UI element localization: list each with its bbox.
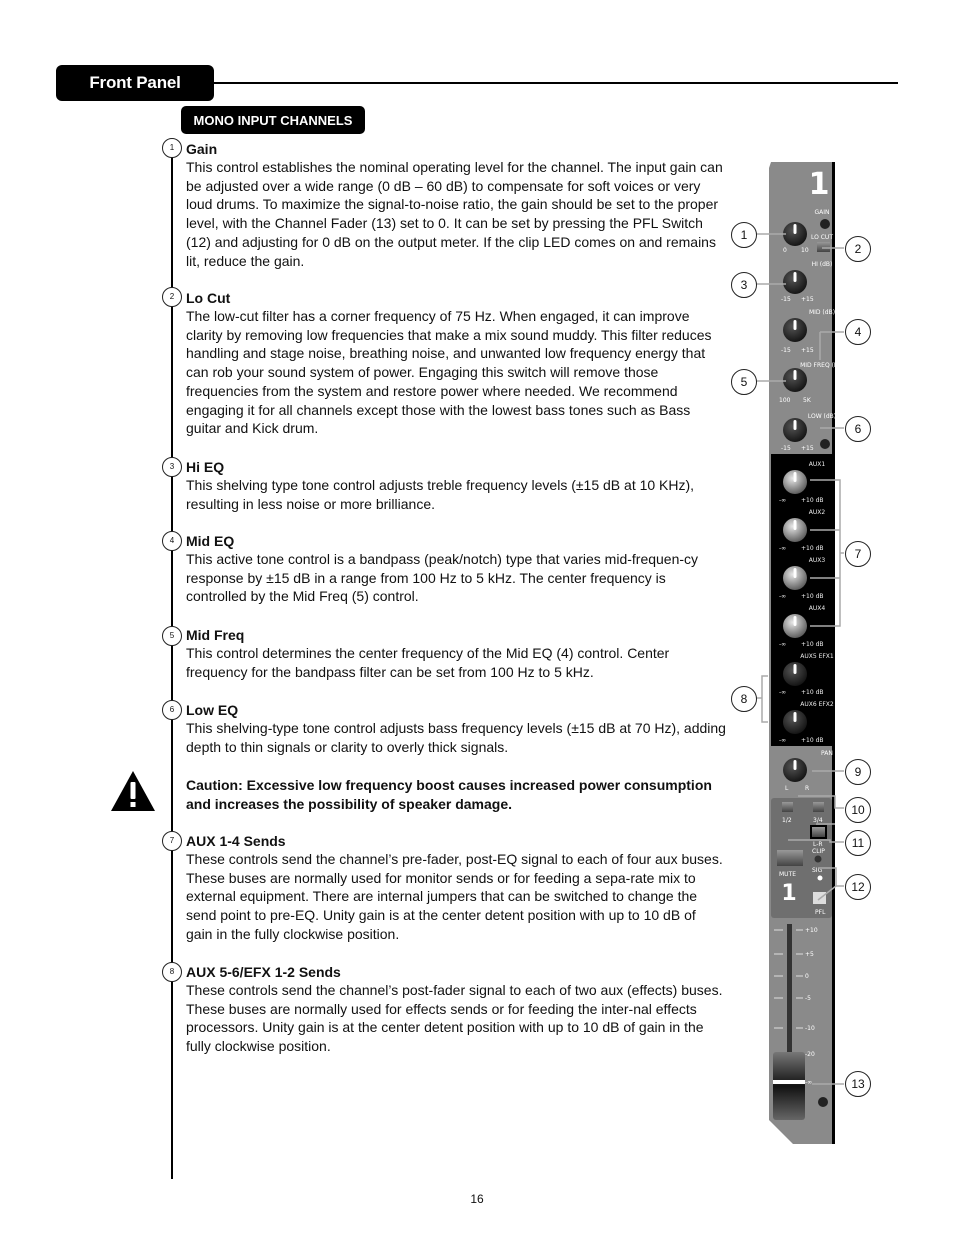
callout-3: 3: [731, 272, 757, 298]
item-body: This active tone control is a bandpass (…: [186, 551, 699, 605]
item-aux-5-6: AUX 5-6/EFX 1-2 Sends These controls sen…: [186, 963, 726, 1056]
item-aux-1-4: AUX 1-4 Sends These controls send the ch…: [186, 832, 726, 944]
item-number-badge: 8: [162, 962, 182, 982]
item-body: These controls send the channel’s pre-fa…: [186, 851, 723, 942]
callout-13: 13: [845, 1071, 871, 1097]
item-body: This control establishes the nominal ope…: [186, 159, 723, 269]
callout-6: 6: [845, 416, 871, 442]
item-number-badge: 3: [162, 457, 182, 477]
callout-leaders: [756, 233, 844, 1085]
subsection-title: MONO INPUT CHANNELS: [181, 106, 365, 134]
item-number-badge: 5: [162, 626, 182, 646]
vertical-rule: [171, 157, 173, 1179]
item-title: Lo Cut: [186, 290, 231, 306]
warning-triangle-icon: [111, 771, 155, 811]
callout-4: 4: [845, 319, 871, 345]
section-title: Front Panel: [56, 65, 214, 101]
callout-11: 11: [845, 830, 871, 856]
item-body: This shelving type tone control adjusts …: [186, 477, 695, 512]
callout-2: 2: [845, 236, 871, 262]
item-number-badge: 6: [162, 700, 182, 720]
item-number-badge: 2: [162, 287, 182, 307]
item-number-badge: 7: [162, 831, 182, 851]
item-number-badge: 1: [162, 138, 182, 158]
item-title: Mid EQ: [186, 533, 235, 549]
callout-1: 1: [731, 222, 757, 248]
section-rule: [214, 82, 898, 84]
item-title: Gain: [186, 141, 218, 157]
item-gain: Gain This control establishes the nomina…: [186, 140, 726, 270]
caution-text: Caution: Excessive low frequency boost c…: [186, 777, 712, 812]
callout-10: 10: [845, 797, 871, 823]
item-title: Hi EQ: [186, 459, 225, 475]
item-number-badge: 4: [162, 531, 182, 551]
item-low-eq: Low EQ This shelving-type tone control a…: [186, 701, 726, 756]
page-number: 16: [470, 1192, 484, 1206]
callout-8: 8: [731, 686, 757, 712]
item-body: These controls send the channel’s post-f…: [186, 982, 723, 1055]
item-title: AUX 1-4 Sends: [186, 833, 286, 849]
item-body: The low-cut filter has a corner frequenc…: [186, 308, 712, 437]
item-title: Mid Freq: [186, 627, 245, 643]
item-body: This shelving-type tone control adjusts …: [186, 720, 726, 755]
callout-12: 12: [845, 874, 871, 900]
item-title: AUX 5-6/EFX 1-2 Sends: [186, 964, 341, 980]
callout-5: 5: [731, 369, 757, 395]
callout-7: 7: [845, 541, 871, 567]
item-title: Low EQ: [186, 702, 239, 718]
item-hi-eq: Hi EQ This shelving type tone control ad…: [186, 458, 726, 513]
callout-9: 9: [845, 759, 871, 785]
item-mid-freq: Mid Freq This control determines the cen…: [186, 626, 726, 681]
item-body: This control determines the center frequ…: [186, 645, 670, 680]
item-mid-eq: Mid EQ This active tone control is a ban…: [186, 532, 726, 606]
item-lo-cut: Lo Cut The low-cut filter has a corner f…: [186, 289, 726, 438]
